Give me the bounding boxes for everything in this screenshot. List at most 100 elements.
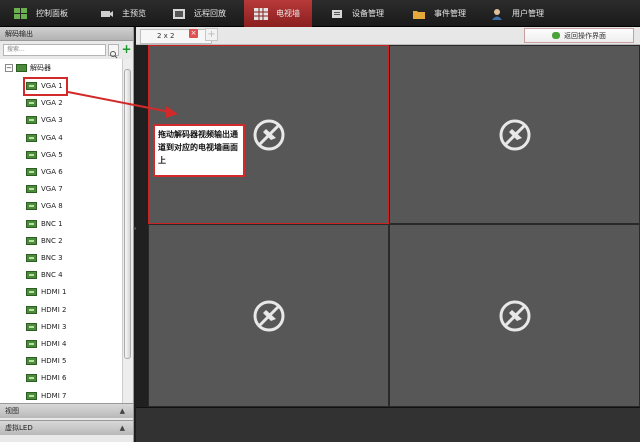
tab-label: 2 x 2 [157,32,175,40]
channel-item[interactable]: HDMI 2 [26,303,66,317]
channel-item[interactable]: VGA 4 [26,131,63,145]
channel-item[interactable]: VGA 8 [26,199,63,213]
nav-device-management[interactable]: 设备管理 [330,0,400,27]
channel-item[interactable]: HDMI 5 [26,354,66,368]
back-button-label: 返回操作界面 [564,31,606,40]
tv-wall-icon [254,7,268,20]
channel-item[interactable]: VGA 5 [26,148,63,162]
output-channel-icon [26,254,37,262]
channel-item[interactable]: VGA 6 [26,165,63,179]
channel-label: HDMI 2 [41,305,67,314]
panel-virtual-led[interactable]: 虚拟LED ▲ [0,420,133,435]
tree-root-label: 解码器 [30,64,51,72]
no-signal-icon [253,300,284,331]
chevron-up-icon: ▲ [119,424,125,432]
channel-label: VGA 5 [41,150,63,159]
no-signal-icon [253,119,284,150]
wall-screen-3[interactable] [148,224,389,407]
channel-label: BNC 3 [41,254,63,262]
film-icon [172,8,186,20]
channel-label: VGA 2 [41,99,63,108]
channel-label: BNC 2 [41,236,63,245]
nav-label: 设备管理 [352,9,384,18]
channel-label: BNC 1 [41,219,63,228]
search-input[interactable]: 搜索... [3,44,106,56]
nav-label: 事件管理 [434,9,466,18]
decoder-tree: − 解码器 VGA 1 VGA 2 VGA 3 VGA 4 VGA 5 VGA 6 VGA … [0,59,122,403]
nav-remote-playback[interactable]: 远程回放 [172,0,242,27]
tv-wall [136,45,640,407]
no-signal-icon [499,119,530,150]
tab-2x2[interactable]: 2 x 2 [140,29,212,44]
instruction-callout: 拖动解码器视频输出通道到对应的电视墙画面上 [153,124,245,177]
channel-label: HDMI 5 [41,357,67,366]
nav-label: 电视墙 [276,9,300,18]
user-icon [490,8,504,20]
add-icon[interactable]: + [121,43,132,56]
chevron-up-icon: ▲ [119,407,125,415]
channel-label: HDMI 1 [41,288,67,297]
output-channel-icon [26,168,37,176]
add-tab-button[interactable]: + [205,28,218,41]
output-channel-icon [26,340,37,348]
channel-label: HDMI 7 [41,391,67,400]
no-signal-icon [499,300,530,331]
wall-screen-4[interactable] [389,224,640,407]
scrollbar[interactable] [122,59,132,403]
output-channel-icon [26,271,37,280]
back-to-operation-button[interactable]: 返回操作界面 [524,28,634,43]
channel-item[interactable]: VGA 2 [26,96,63,110]
output-channel-icon [26,116,37,125]
nav-control-panel[interactable]: 控制面板 [14,0,96,27]
output-channel-icon [26,305,37,314]
output-channel-icon [26,322,37,331]
nav-label: 用户管理 [512,9,544,18]
output-channel-icon [26,288,37,297]
grid-icon [14,7,28,20]
folder-icon [412,8,426,20]
channel-label: VGA 3 [41,116,63,125]
channel-item[interactable]: HDMI 1 [26,285,66,299]
panel-view[interactable]: 视图 ▲ [0,403,133,418]
search-icon[interactable] [108,44,119,59]
channel-label: HDMI 4 [41,340,67,348]
channel-item[interactable]: HDMI 4 [26,337,66,351]
channel-item[interactable]: VGA 3 [26,113,63,127]
channel-label: HDMI 3 [41,322,67,331]
output-channel-icon [26,185,37,194]
tree-root-decoder[interactable]: − 解码器 [5,63,51,73]
wall-screen-2[interactable] [389,45,640,224]
channel-item[interactable]: HDMI 6 [26,371,66,385]
output-channel-icon [26,219,37,228]
output-channel-icon [26,357,37,366]
tab-bar: 2 x 2 × + 返回操作界面 [136,27,640,45]
nav-label: 远程回放 [194,9,226,18]
channel-label: BNC 4 [41,271,63,280]
channel-item[interactable]: VGA 7 [26,182,63,196]
scrollbar-thumb[interactable] [124,69,131,359]
output-channel-icon [26,236,37,245]
channel-label: HDMI 6 [41,374,67,383]
app-window: 控制面板 主预览 远程回放 电视墙 设备管理 事件管理 用户管理 解码输出 搜索… [0,0,640,442]
panel-virtual-led-label: 虚拟LED [5,424,33,432]
nav-user-management[interactable]: 用户管理 [490,0,560,27]
nav-main-preview[interactable]: 主预览 [100,0,170,27]
nav-tv-wall[interactable]: 电视墙 [244,0,312,27]
nav-label: 主预览 [122,9,146,18]
channel-item[interactable]: BNC 2 [26,234,63,248]
channel-item[interactable]: BNC 4 [26,268,63,282]
channel-item[interactable]: HDMI 7 [26,389,66,403]
close-icon[interactable]: × [189,29,198,38]
channel-item[interactable]: BNC 1 [26,217,63,231]
output-channel-icon [26,99,37,108]
camera-icon [100,8,114,20]
nav-event-management[interactable]: 事件管理 [412,0,482,27]
highlight-box [23,77,68,96]
channel-item[interactable]: HDMI 3 [26,320,66,334]
panel-view-label: 视图 [5,407,19,415]
channel-item[interactable]: BNC 3 [26,251,63,265]
collapse-icon[interactable]: − [5,64,13,72]
output-channel-icon [26,391,37,400]
channel-label: VGA 6 [41,168,63,176]
output-channel-icon [26,133,37,142]
